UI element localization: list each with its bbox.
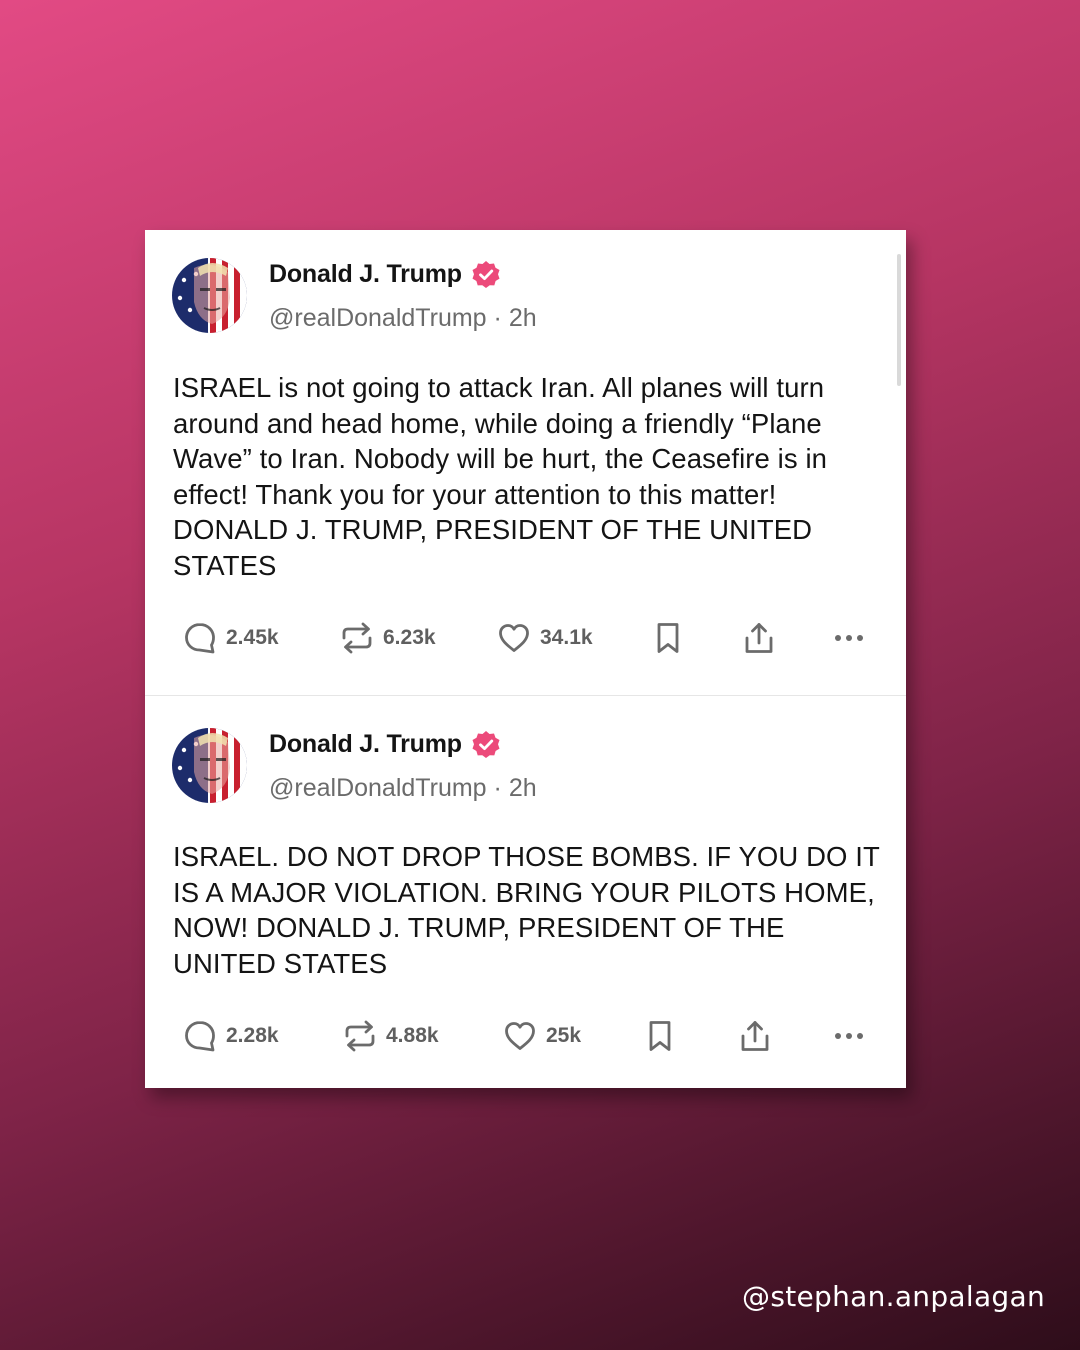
reply-count: 2.45k xyxy=(226,626,279,649)
author-handle[interactable]: @realDonaldTrump xyxy=(269,774,487,802)
repost-icon xyxy=(343,1019,377,1053)
author-name[interactable]: Donald J. Trump xyxy=(269,260,462,289)
author-meta: @realDonaldTrump · 2h xyxy=(269,774,537,803)
avatar[interactable] xyxy=(172,258,247,333)
posts-card: Donald J. Trump @realDonaldTrump · 2h IS… xyxy=(145,230,906,1088)
like-button[interactable]: 34.1k xyxy=(497,618,593,658)
post[interactable]: Donald J. Trump @realDonaldTrump · 2h IS… xyxy=(145,230,906,696)
bookmark-button[interactable] xyxy=(643,1016,677,1056)
like-count: 25k xyxy=(546,1024,582,1047)
reply-icon xyxy=(183,1019,217,1053)
like-button[interactable]: 25k xyxy=(503,1016,581,1056)
post-actions: 2.45k 6.23k 34.1k xyxy=(145,618,906,658)
share-button[interactable] xyxy=(742,618,776,658)
avatar-flag-portrait-icon xyxy=(172,728,247,803)
post-time[interactable]: 2h xyxy=(509,774,537,802)
share-icon xyxy=(738,1019,772,1053)
avatar[interactable] xyxy=(172,728,247,803)
repost-count: 6.23k xyxy=(383,626,436,649)
reply-icon xyxy=(183,621,217,655)
share-icon xyxy=(742,621,776,655)
post-text: ISRAEL. DO NOT DROP THOSE BOMBS. IF YOU … xyxy=(173,841,880,979)
repost-count: 4.88k xyxy=(386,1024,439,1047)
repost-icon xyxy=(340,621,374,655)
verified-badge-icon xyxy=(471,730,501,760)
post-text: ISRAEL is not going to attack Iran. All … xyxy=(173,372,828,581)
reply-button[interactable]: 2.45k xyxy=(183,618,279,658)
post[interactable]: Donald J. Trump @realDonaldTrump · 2h IS… xyxy=(145,696,906,1088)
more-icon xyxy=(832,621,866,655)
like-icon xyxy=(497,621,531,655)
author-handle[interactable]: @realDonaldTrump xyxy=(269,304,487,332)
meta-separator: · xyxy=(493,774,502,802)
post-time[interactable]: 2h xyxy=(509,304,537,332)
author-meta: @realDonaldTrump · 2h xyxy=(269,304,537,333)
like-icon xyxy=(503,1019,537,1053)
repost-button[interactable]: 6.23k xyxy=(340,618,436,658)
watermark-credit: @stephan.anpalagan xyxy=(742,1280,1045,1313)
bookmark-icon xyxy=(643,1019,677,1053)
post-actions: 2.28k 4.88k 25k xyxy=(145,1016,906,1056)
share-button[interactable] xyxy=(738,1016,772,1056)
more-button[interactable] xyxy=(832,618,866,658)
bookmark-button[interactable] xyxy=(651,618,685,658)
more-icon xyxy=(832,1019,866,1053)
bookmark-icon xyxy=(651,621,685,655)
reply-button[interactable]: 2.28k xyxy=(183,1016,279,1056)
more-button[interactable] xyxy=(832,1016,866,1056)
meta-separator: · xyxy=(493,304,502,332)
avatar-flag-portrait-icon xyxy=(172,258,247,333)
like-count: 34.1k xyxy=(540,626,593,649)
reply-count: 2.28k xyxy=(226,1024,279,1047)
author-name[interactable]: Donald J. Trump xyxy=(269,730,462,759)
repost-button[interactable]: 4.88k xyxy=(343,1016,439,1056)
verified-badge-icon xyxy=(471,260,501,290)
